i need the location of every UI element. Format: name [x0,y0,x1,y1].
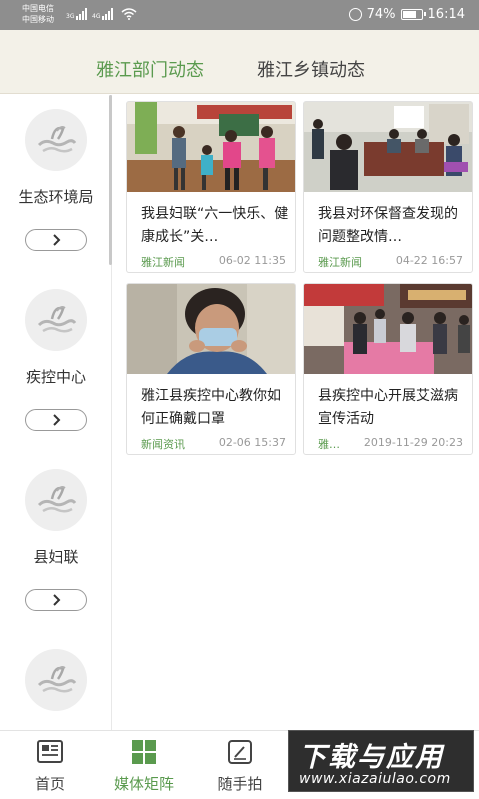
news-card[interactable]: 我县妇联“六一快乐、健康成长”关… 雅江新闻 06-02 11:35 [126,101,296,273]
chevron-right-icon [53,414,61,426]
department-logo-icon [25,289,87,351]
nav-media-matrix[interactable]: 媒体矩阵 [94,731,194,799]
status-right: 74% 16:14 [348,7,465,22]
nav-home[interactable]: 首页 [0,731,100,799]
sidebar-item-cdc[interactable]: 疾控中心 [0,275,111,455]
carrier-2: 中国移动 [22,15,54,24]
tab-township-news[interactable]: 雅江乡镇动态 [257,56,365,82]
news-source: 雅江新闻 [141,256,185,269]
wifi-icon [121,8,137,20]
news-date: 06-02 11:35 [218,254,286,267]
watermark-line1: 下载与应用 [299,742,444,773]
news-title: 县疾控中心开展艾滋病宣传活动 [318,388,458,427]
watermark-line2: www.xiazaiulao.com [299,771,451,787]
news-source: 新闻资讯 [141,438,185,451]
nav-snapshot[interactable]: 随手拍 [190,731,290,799]
news-source: 雅… [318,438,340,451]
department-open-button[interactable] [25,229,87,251]
news-title: 我县对环保督查发现的问题整改情… [318,206,458,245]
nav-label: 随手拍 [217,775,263,793]
news-thumbnail [304,284,472,374]
alarm-icon [348,8,362,21]
sidebar-item-ecology-bureau[interactable]: 生态环境局 [0,95,111,275]
department-open-button[interactable] [25,409,87,431]
battery-icon [400,9,426,20]
sidebar-item-womens-federation[interactable]: 县妇联 [0,455,111,635]
grid-icon [132,740,156,764]
newspaper-icon [37,740,63,763]
news-date: 02-06 15:37 [218,436,286,449]
carrier-labels: 中国电信 中国移动 [22,3,54,25]
department-name: 疾控中心 [25,368,86,386]
news-thumbnail [304,102,472,192]
department-open-button[interactable] [25,589,87,611]
tab-department-news[interactable]: 雅江部门动态 [96,56,204,82]
news-card[interactable]: 我县对环保督查发现的问题整改情… 雅江新闻 04-22 16:57 [303,101,473,273]
department-logo-icon [25,649,87,711]
news-title: 雅江县疾控中心教你如何正确戴口罩 [141,388,281,427]
chevron-right-icon [53,234,61,246]
nav-label: 首页 [34,775,65,793]
news-title: 我县妇联“六一快乐、健康成长”关… [141,206,289,245]
signal-2-icon: 4G [92,8,114,20]
signal-1-label: 3G [66,13,75,20]
news-thumbnail [127,284,295,374]
news-date: 04-22 16:57 [395,254,463,267]
clock: 16:14 [427,7,465,22]
battery-percent: 74% [366,7,396,22]
chevron-right-icon [53,594,61,606]
signal-1-icon: 3G [66,8,88,20]
department-logo-icon [25,469,87,531]
department-name: 生态环境局 [18,188,94,206]
header-tabs: 雅江部门动态 雅江乡镇动态 [0,30,479,94]
nav-label: 媒体矩阵 [113,775,174,793]
status-bar: 中国电信 中国移动 3G 4G 74% 16:14 [0,0,479,30]
sidebar-item-partial[interactable] [0,635,111,730]
department-logo-icon [25,109,87,171]
news-card[interactable]: 雅江县疾控中心教你如何正确戴口罩 新闻资讯 02-06 15:37 [126,283,296,455]
edit-icon [228,740,252,764]
news-grid: 我县妇联“六一快乐、健康成长”关… 雅江新闻 06-02 11:35 我县对环保… [112,95,479,730]
watermark-logo: 下载与应用 www.xiazaiulao.com [288,730,474,792]
department-sidebar[interactable]: 生态环境局 疾控中心 县妇联 [0,95,112,730]
department-name: 县妇联 [33,548,79,566]
news-card[interactable]: 县疾控中心开展艾滋病宣传活动 雅… 2019-11-29 20:23 [303,283,473,455]
carrier-1: 中国电信 [22,4,54,13]
news-date: 2019-11-29 20:23 [363,436,463,449]
news-source: 雅江新闻 [318,256,362,269]
signal-2-label: 4G [92,13,101,20]
news-thumbnail [127,102,295,192]
